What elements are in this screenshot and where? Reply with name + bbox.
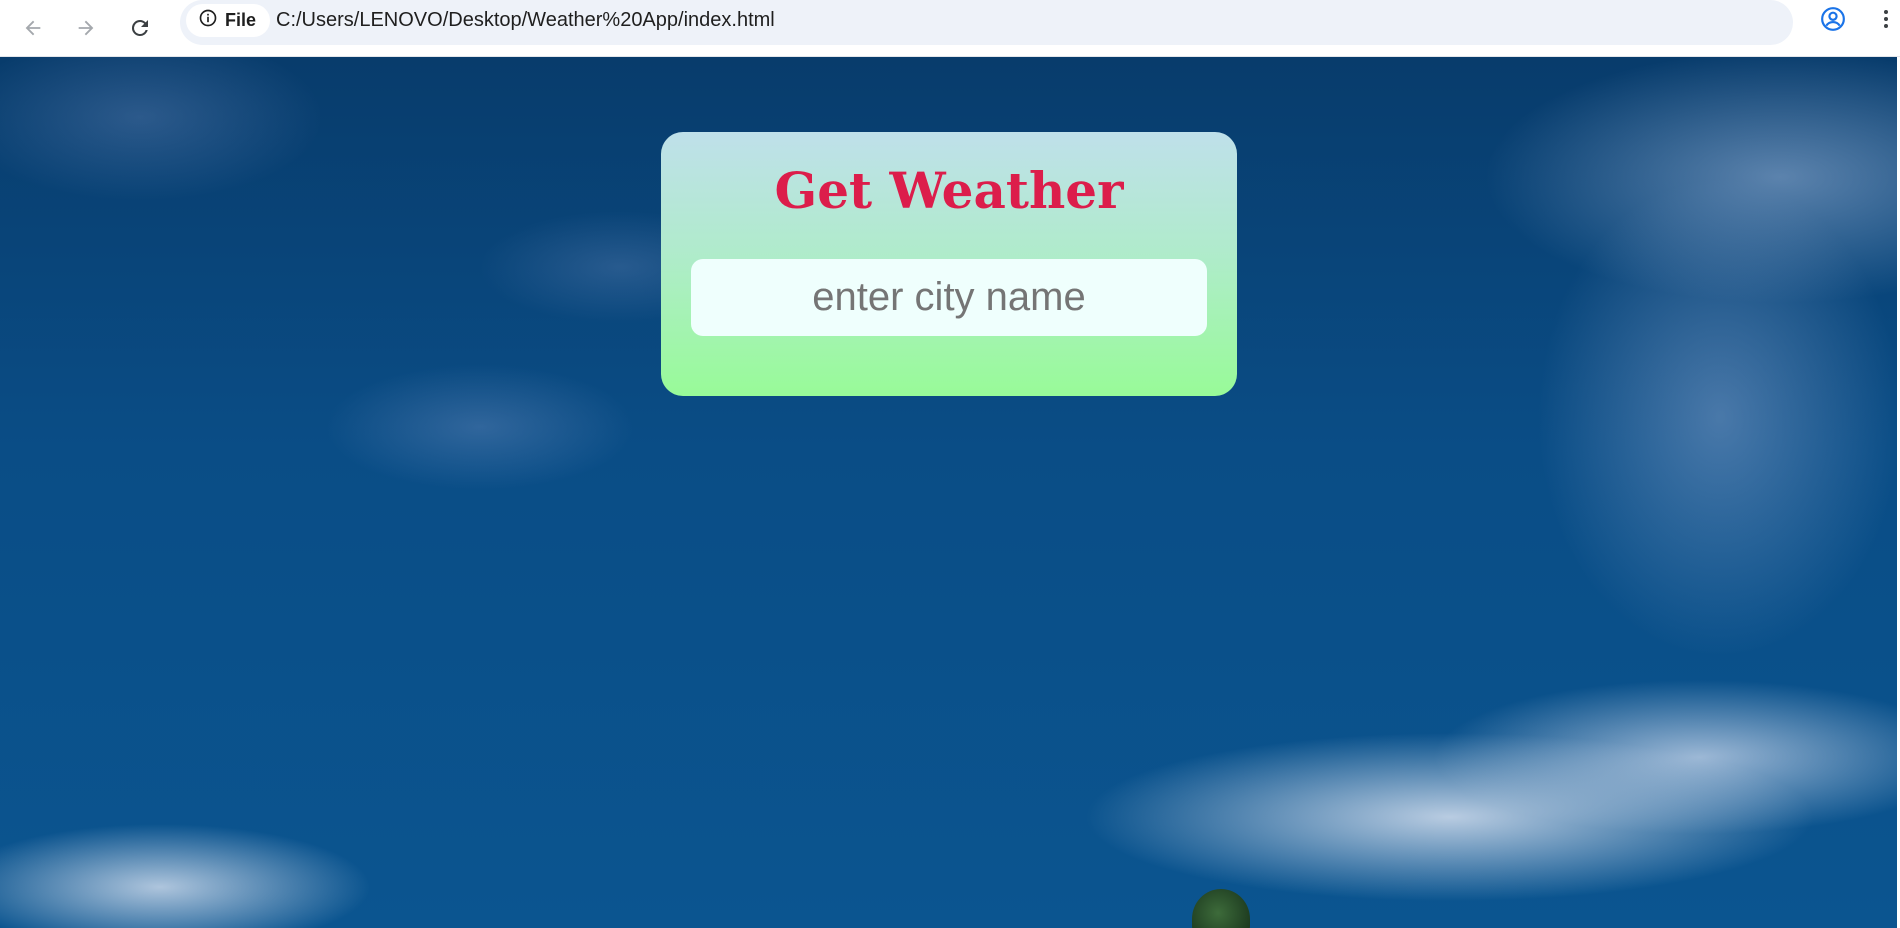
profile-button[interactable] (1813, 1, 1853, 41)
reload-icon (128, 16, 152, 40)
tree-image (1192, 889, 1250, 928)
browser-menu-button[interactable] (1872, 1, 1900, 41)
forward-arrow-icon (75, 17, 97, 39)
back-button[interactable] (13, 8, 53, 48)
info-circle-icon (198, 8, 218, 33)
site-info-chip[interactable]: File (186, 4, 271, 37)
site-info-label: File (225, 10, 257, 30)
reload-button[interactable] (120, 8, 160, 48)
page-viewport: Get Weather (0, 57, 1897, 928)
more-vert-icon (1882, 7, 1890, 36)
page-title: Get Weather (774, 161, 1124, 220)
address-bar[interactable]: File C:/Users/LENOVO/Desktop/Weather%20A… (180, 0, 1793, 45)
forward-button[interactable] (66, 8, 106, 48)
back-arrow-icon (22, 17, 44, 39)
city-search-input[interactable] (691, 259, 1207, 336)
browser-toolbar: File C:/Users/LENOVO/Desktop/Weather%20A… (0, 0, 1900, 57)
profile-icon (1820, 6, 1846, 37)
url-text[interactable]: C:/Users/LENOVO/Desktop/Weather%20App/in… (276, 9, 775, 32)
weather-card: Get Weather (661, 132, 1237, 396)
